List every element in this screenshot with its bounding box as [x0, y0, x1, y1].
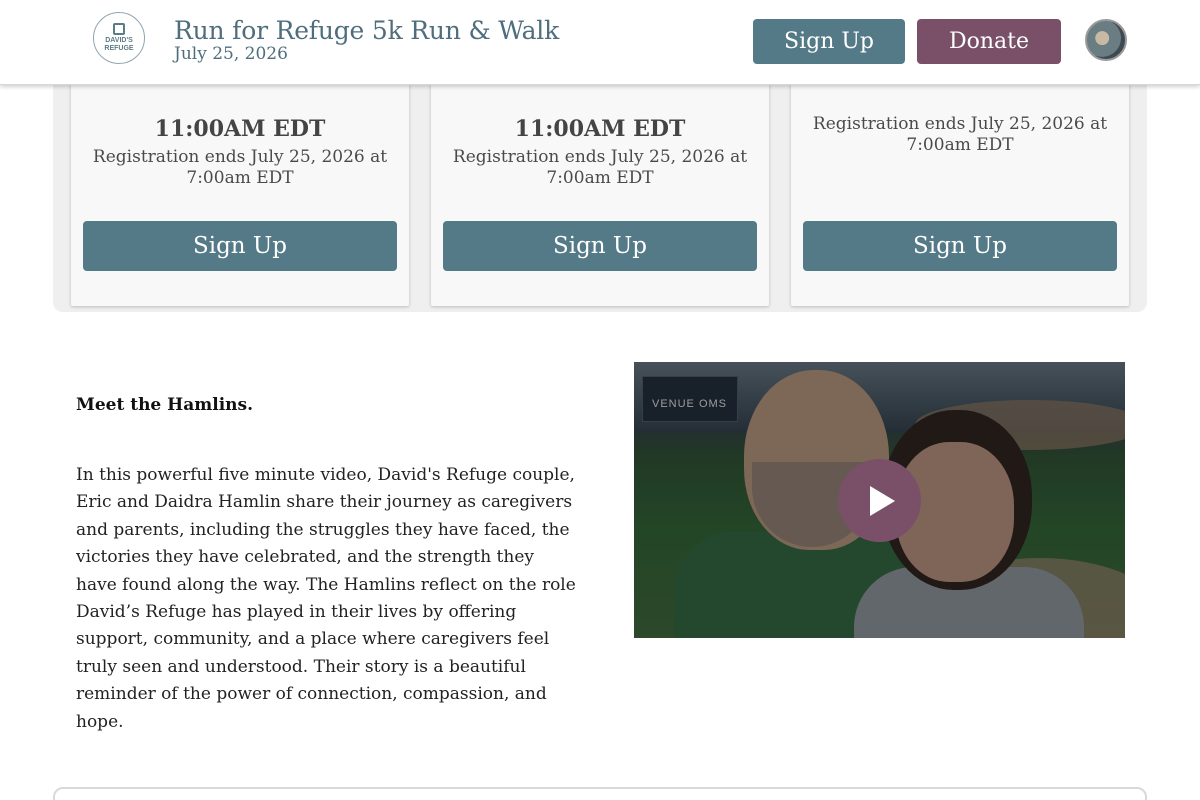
header-signup-button[interactable]: Sign Up [753, 19, 905, 64]
next-section-card [53, 787, 1147, 800]
card-time: 11:00AM EDT [514, 116, 686, 142]
logo-mark-icon [113, 23, 125, 35]
event-title: Run for Refuge 5k Run & Walk [174, 16, 560, 45]
user-avatar[interactable] [1085, 19, 1127, 61]
event-header: DAVID'S REFUGE Run for Refuge 5k Run & W… [0, 0, 1200, 85]
event-date: July 25, 2026 [174, 44, 288, 64]
card-registration-text: Registration ends July 25, 2026 at 7:00a… [812, 114, 1108, 155]
card-registration-text: Registration ends July 25, 2026 at 7:00a… [452, 147, 748, 188]
card-registration-text: Registration ends July 25, 2026 at 7:00a… [92, 147, 388, 188]
davids-refuge-logo[interactable]: DAVID'S REFUGE [93, 12, 145, 64]
card-signup-button[interactable]: Sign Up [803, 221, 1117, 271]
registration-card: 11:00AM EDT Registration ends July 25, 2… [431, 80, 769, 306]
story-heading: Meet the Hamlins. [76, 395, 253, 415]
card-signup-button[interactable]: Sign Up [443, 221, 757, 271]
card-signup-button[interactable]: Sign Up [83, 221, 397, 271]
logo-text: DAVID'S REFUGE [104, 37, 134, 52]
play-icon [870, 485, 895, 516]
registration-card: 11:00AM EDT Registration ends July 25, 2… [71, 80, 409, 306]
video-play-button[interactable] [838, 459, 921, 542]
story-body: In this powerful five minute video, Davi… [76, 465, 576, 732]
header-donate-button[interactable]: Donate [917, 19, 1061, 64]
card-time: 11:00AM EDT [154, 116, 326, 142]
video-player[interactable]: VENUE OMS [634, 362, 1125, 638]
registration-card: Registration ends July 25, 2026 at 7:00a… [791, 80, 1129, 306]
